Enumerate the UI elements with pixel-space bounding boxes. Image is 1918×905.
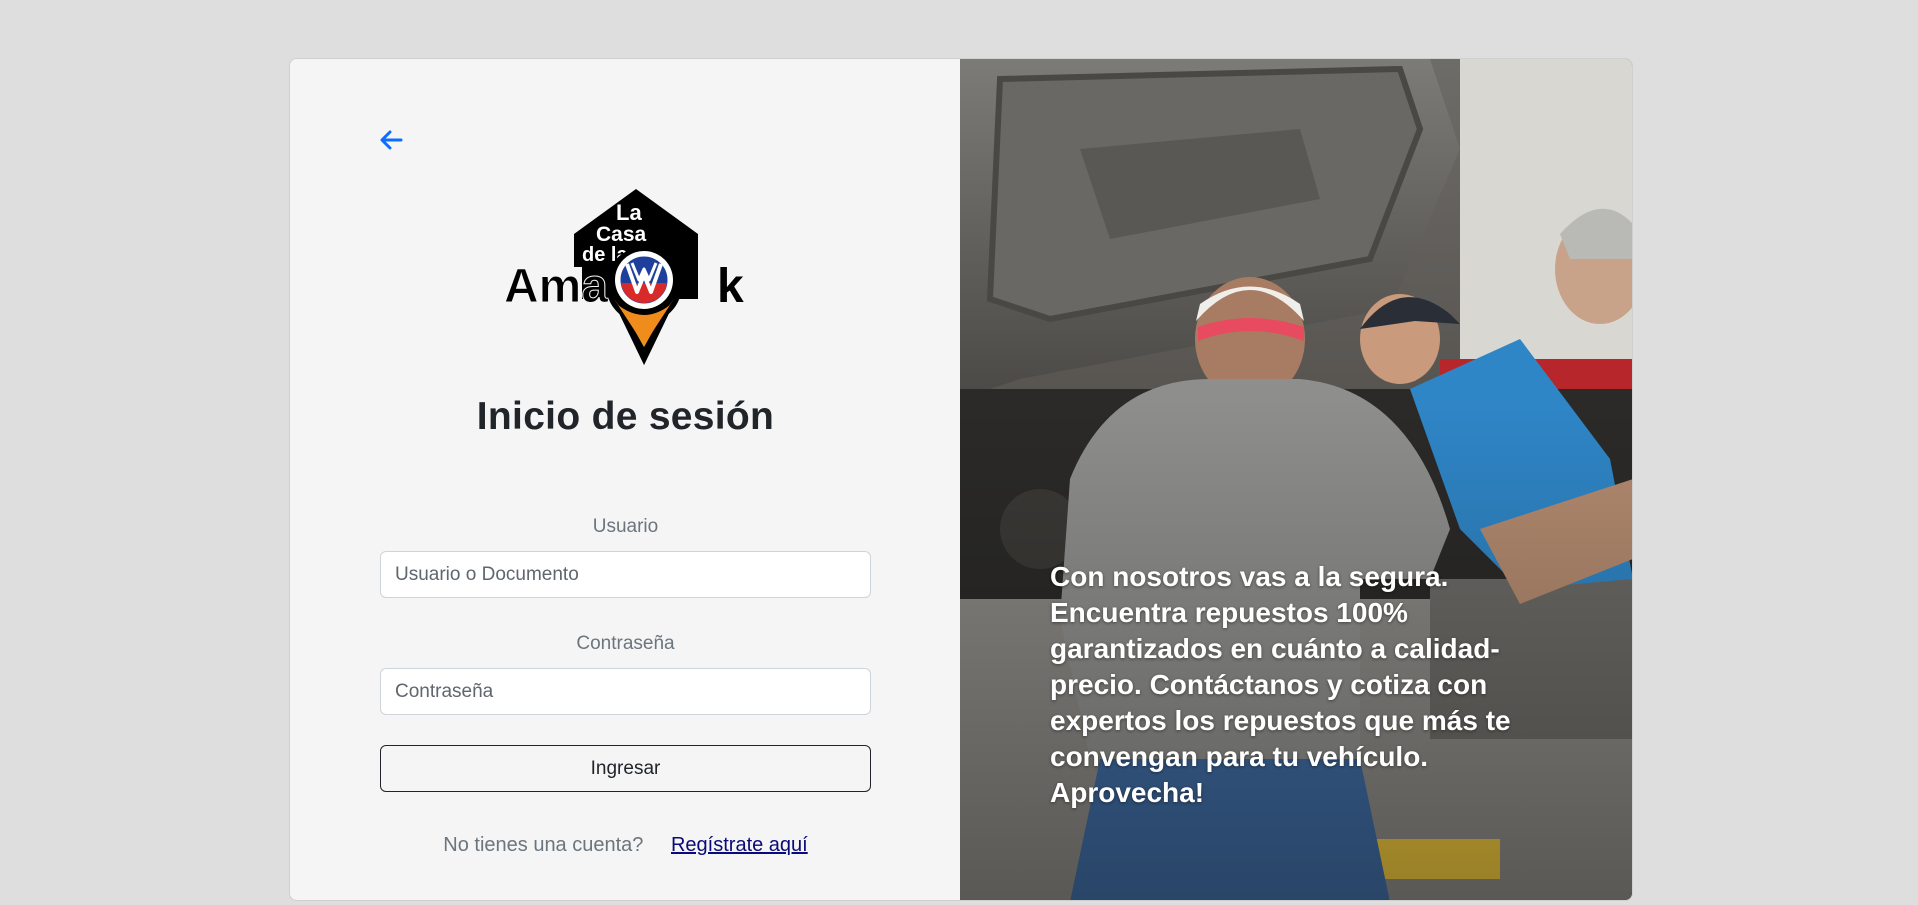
password-input[interactable] xyxy=(380,668,871,715)
vw-map-pin-icon xyxy=(606,247,682,365)
brand-logo: La Casa de la Amar k xyxy=(504,187,754,367)
back-button[interactable] xyxy=(376,125,406,155)
logo-text-la: La xyxy=(616,200,642,225)
login-panel: La Casa de la Amar k Inicio de sesión Us… xyxy=(290,59,960,900)
no-account-text: No tienes una cuenta? xyxy=(443,834,644,856)
password-label: Contraseña xyxy=(576,633,675,654)
promo-panel: Con nosotros vas a la segura. Encuentra … xyxy=(960,59,1632,900)
login-card: La Casa de la Amar k Inicio de sesión Us… xyxy=(289,58,1633,901)
page-title: Inicio de sesión xyxy=(476,395,775,438)
login-button[interactable]: Ingresar xyxy=(380,745,871,792)
logo-text-casa: Casa xyxy=(596,223,647,246)
arrow-left-icon xyxy=(380,130,403,150)
register-prompt: No tienes una cuenta? Regístrate aquí xyxy=(290,834,961,857)
logo-text-k: k xyxy=(717,260,744,313)
promo-text: Con nosotros vas a la segura. Encuentra … xyxy=(1050,561,1511,808)
username-label: Usuario xyxy=(592,516,659,537)
username-input[interactable] xyxy=(380,551,871,598)
register-link[interactable]: Regístrate aquí xyxy=(671,834,808,856)
